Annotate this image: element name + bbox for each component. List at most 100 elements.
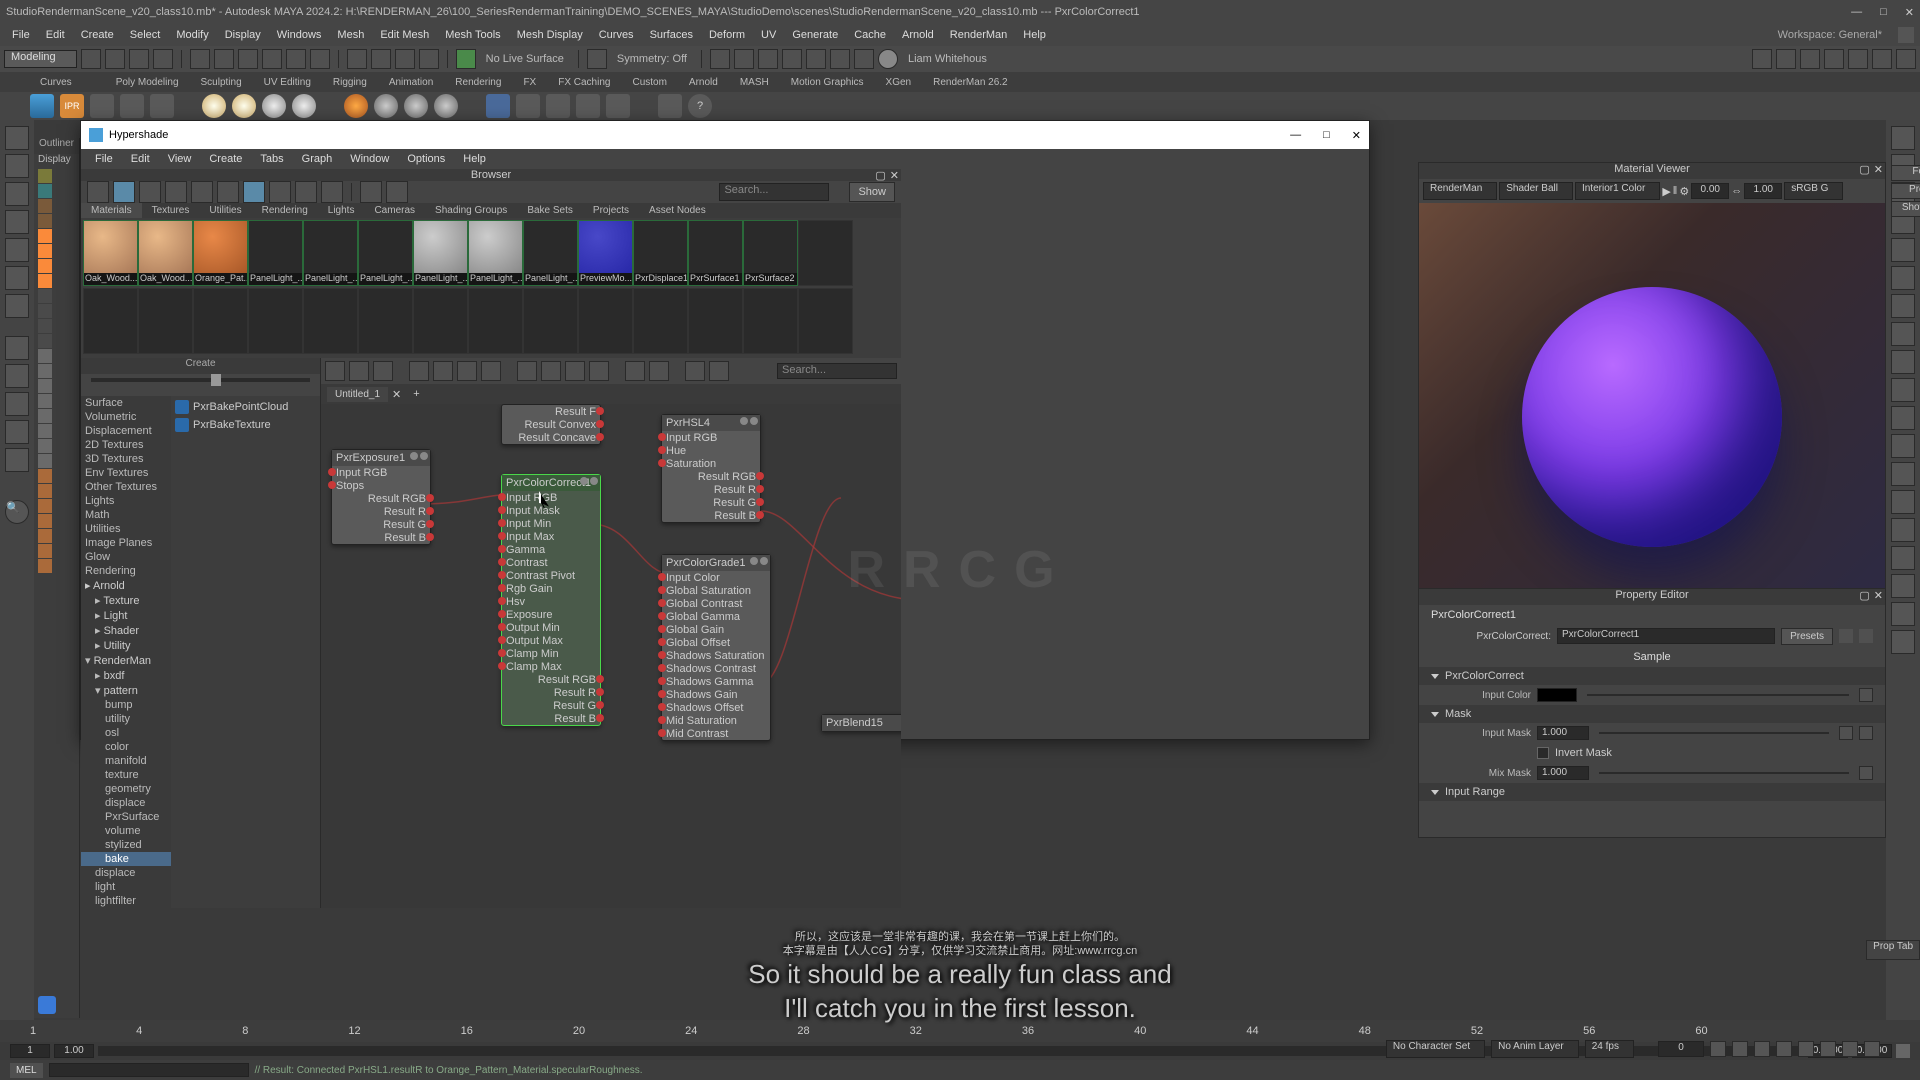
material-swatch[interactable]: PreviewMo... [578,220,633,286]
menu-modify[interactable]: Modify [170,27,214,43]
panel-layout-icon[interactable] [1752,49,1772,69]
menu-cache[interactable]: Cache [848,27,892,43]
bins-tool[interactable] [349,361,369,381]
toolbar-icon[interactable] [395,49,415,69]
channel-icon[interactable] [1891,462,1915,486]
maximize-icon[interactable]: □ [1880,6,1887,19]
help-icon[interactable]: ? [688,94,712,118]
hs-menu-graph[interactable]: Graph [294,151,341,167]
magnet-icon[interactable] [456,49,476,69]
browser-btn[interactable] [113,181,135,203]
bins-tool[interactable] [709,361,729,381]
hs-maximize-icon[interactable]: □ [1323,129,1330,142]
presets-button[interactable]: Presets [1781,628,1833,645]
channel-icon[interactable] [1891,238,1915,262]
shelf-light-icon[interactable] [292,94,316,118]
step-back-icon[interactable] [1732,1041,1748,1057]
shelf-light-icon[interactable] [262,94,286,118]
play-forward-icon[interactable] [1798,1041,1814,1057]
outliner-item[interactable] [38,184,52,198]
material-swatch[interactable]: PxrSurface2 [743,220,798,286]
undock-icon[interactable]: ▢ [1859,163,1869,176]
tool-icon[interactable] [5,294,29,318]
viewer-focus-button[interactable]: Focus [1891,165,1920,181]
browser-tab-materials[interactable]: Materials [81,203,142,218]
shelf-tab[interactable]: Arnold [679,75,728,90]
outliner-item[interactable] [38,244,52,258]
outliner-item[interactable] [38,394,52,408]
channel-icon[interactable] [1891,546,1915,570]
fps-selector[interactable]: 24 fps [1585,1040,1634,1058]
browser-btn[interactable] [243,181,265,203]
start-frame[interactable]: 1 [10,1044,50,1058]
shelf-tab[interactable]: UV Editing [254,75,321,90]
material-swatch[interactable]: PanelLight_... [413,220,468,286]
outliner-item[interactable] [38,364,52,378]
bins-tool[interactable] [373,361,393,381]
browser-btn[interactable] [139,181,161,203]
prop-tab[interactable]: Prop Tab [1866,940,1920,960]
shelf-tab[interactable]: FX [513,75,546,90]
browser-tab[interactable]: Textures [142,203,200,218]
viewer-value[interactable]: 0.00 [1691,183,1729,199]
shelf-button[interactable] [344,94,368,118]
prev-key-icon[interactable] [1754,1041,1770,1057]
step-fwd-icon[interactable] [1842,1041,1858,1057]
menu-create[interactable]: Create [75,27,120,43]
layout-icon[interactable] [5,420,29,444]
shelf-tab[interactable] [84,80,104,84]
shelf-button[interactable] [516,94,540,118]
command-input[interactable] [49,1063,249,1077]
undock-icon[interactable]: ▢ [1859,589,1869,602]
shelf-button[interactable] [486,94,510,118]
shelf-button[interactable] [90,94,114,118]
toolbar-icon[interactable] [587,49,607,69]
toolbar-icon[interactable] [286,49,306,69]
outliner-item[interactable] [38,409,52,423]
environment-selector[interactable]: Interior1 Color [1575,182,1660,200]
shelf-button[interactable] [576,94,600,118]
shelf-tab[interactable]: MASH [730,75,779,90]
material-swatch[interactable]: Oak_Wood... [138,220,193,286]
workspace-icon[interactable] [1898,27,1914,43]
property-icon[interactable] [1839,629,1853,643]
animlayer-selector[interactable]: No Anim Layer [1491,1040,1579,1058]
pause-icon[interactable]: ‖ [1673,185,1678,197]
input-color-slider[interactable] [1587,694,1849,696]
material-swatch[interactable]: PanelLight_... [358,220,413,286]
browser-btn[interactable] [269,181,291,203]
bins-tool[interactable] [565,361,585,381]
hs-menu-help[interactable]: Help [455,151,494,167]
outliner-item[interactable] [38,529,52,543]
channel-icon[interactable] [1891,322,1915,346]
outliner-item[interactable] [38,484,52,498]
move-tool-icon[interactable] [5,182,29,206]
tree-item-bake[interactable]: bake [81,852,171,866]
bins-tool[interactable] [409,361,429,381]
toolbar-icon[interactable] [238,49,258,69]
layout-icon[interactable] [5,448,29,472]
toolbar-icon[interactable] [310,49,330,69]
channel-icon[interactable] [1891,630,1915,654]
input-mask-field[interactable]: 1.000 [1537,726,1589,740]
shelf-tab[interactable]: Animation [379,75,443,90]
hs-minimize-icon[interactable]: — [1290,129,1301,142]
channel-icon[interactable] [1891,602,1915,626]
node-pxrexposure[interactable]: PxrExposure1 Input RGB Stops Result RGB … [331,449,431,545]
menu-editmesh[interactable]: Edit Mesh [374,27,435,43]
shelf-button[interactable] [658,94,682,118]
tool-icon[interactable] [5,266,29,290]
connect-icon[interactable] [1839,726,1853,740]
panel-layout-icon[interactable] [1848,49,1868,69]
menu-generate[interactable]: Generate [786,27,844,43]
browser-search[interactable]: Search... [719,183,829,201]
mel-label[interactable]: MEL [10,1063,43,1078]
shelf-light-icon[interactable] [202,94,226,118]
outliner-item[interactable] [38,214,52,228]
material-swatch[interactable]: Oak_Wood... [83,220,138,286]
input-mask-slider[interactable] [1599,732,1829,734]
panel-close-icon[interactable]: ✕ [1874,589,1883,602]
invert-mask-checkbox[interactable] [1537,747,1549,759]
outliner-item[interactable] [38,379,52,393]
shelf-tab[interactable]: FX Caching [548,75,620,90]
